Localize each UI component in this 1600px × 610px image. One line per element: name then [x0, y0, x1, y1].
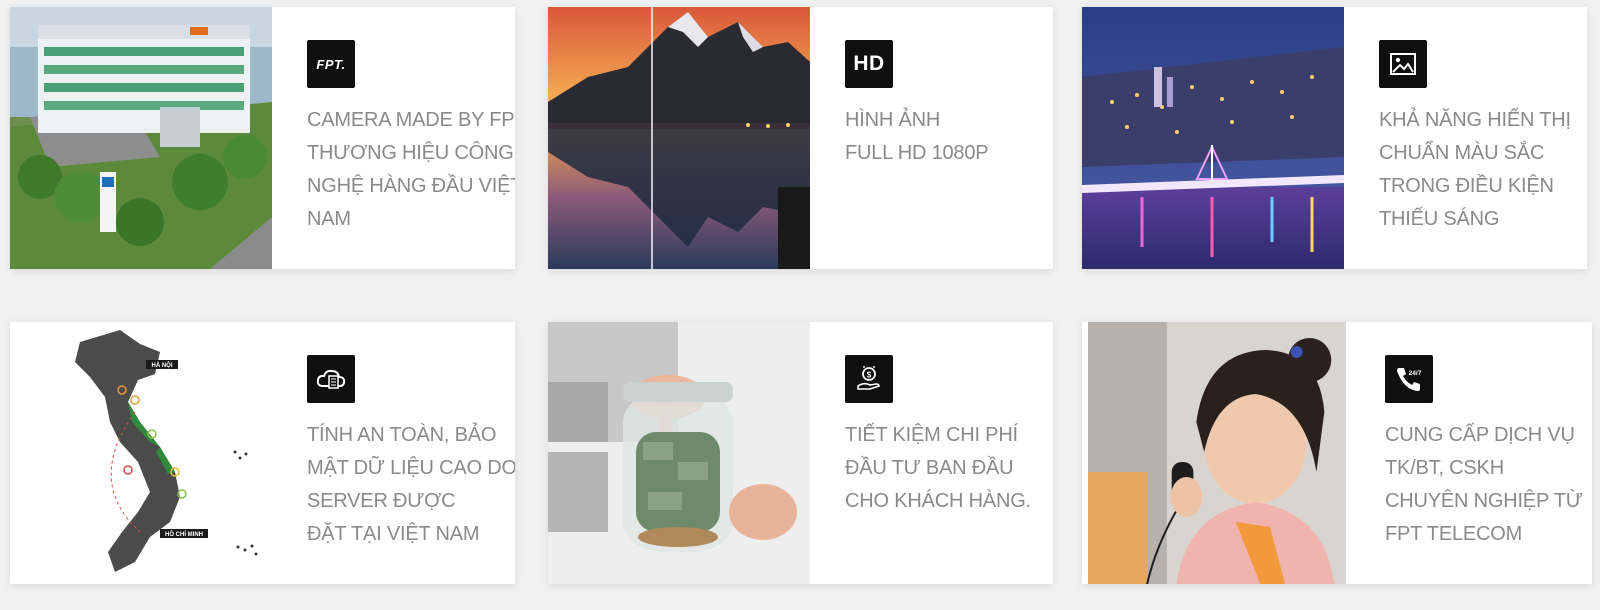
feature-card-fpt-brand: FPT. CAMERA MADE BY FPT, THƯƠNG HIỆU CÔN…	[10, 7, 515, 269]
vietnam-map-photo: HÀ NỘI HỒ CHÍ MINH	[10, 322, 272, 584]
feature-line: TK/BT, CSKH	[1385, 457, 1504, 479]
feature-card-data-security: HÀ NỘI HỒ CHÍ MINH TÍNH AN TOÀN, BẢO MẬT…	[10, 322, 515, 584]
feature-line: CHUYÊN NGHIỆP TỪ	[1385, 490, 1583, 512]
call-center-woman-photo	[1088, 322, 1346, 584]
feature-description: TÍNH AN TOÀN, BẢO MẬT DỮ LIỆU CAO DO SER…	[307, 419, 515, 551]
feature-description: CAMERA MADE BY FPT, THƯƠNG HIỆU CÔNG NGH…	[307, 104, 515, 236]
mountain-lake-photo	[548, 7, 810, 269]
feature-description: HÌNH ẢNH FULL HD 1080P	[845, 104, 1039, 170]
feature-line: THIẾU SÁNG	[1379, 208, 1500, 230]
svg-text:$: $	[867, 371, 872, 380]
feature-card-low-light: KHẢ NĂNG HIỂN THỊ CHUẨN MÀU SẮC TRONG ĐI…	[1082, 7, 1587, 269]
feature-description: KHẢ NĂNG HIỂN THỊ CHUẨN MÀU SẮC TRONG ĐI…	[1379, 104, 1573, 236]
feature-line: CUNG CẤP DỊCH VỤ	[1385, 424, 1575, 446]
map-label-hanoi: HÀ NỘI	[152, 361, 173, 369]
feature-description: TIẾT KIỆM CHI PHÍ ĐẦU TƯ BAN ĐẦU CHO KHÁ…	[845, 419, 1039, 518]
feature-line: NGHỆ HÀNG ĐẦU VIỆT	[307, 175, 515, 197]
feature-line: TRONG ĐIỀU KIỆN	[1379, 175, 1554, 197]
money-jar-photo	[548, 322, 810, 584]
money-hand-icon: $	[845, 355, 893, 403]
feature-card-full-hd: HD HÌNH ẢNH FULL HD 1080P	[548, 7, 1053, 269]
night-city-bridge-photo	[1082, 7, 1344, 269]
fpt-logo-icon: FPT.	[307, 40, 355, 88]
feature-description: CUNG CẤP DỊCH VỤ TK/BT, CSKH CHUYÊN NGHI…	[1385, 419, 1583, 551]
fpt-logo-text: FPT.	[316, 56, 346, 72]
feature-line: HÌNH ẢNH	[845, 109, 941, 131]
feature-card-customer-support: 24/7 CUNG CẤP DỊCH VỤ TK/BT, CSKH CHUYÊN…	[1082, 322, 1592, 584]
feature-line: TÍNH AN TOÀN, BẢO	[307, 424, 497, 446]
feature-line: SERVER ĐƯỢC	[307, 490, 456, 512]
feature-line: TIẾT KIỆM CHI PHÍ	[845, 424, 1018, 446]
feature-line: CHO KHÁCH HÀNG.	[845, 490, 1031, 512]
feature-line: ĐẦU TƯ BAN ĐẦU	[845, 457, 1014, 479]
fpt-office-building-photo	[10, 7, 272, 269]
feature-line: FPT TELECOM	[1385, 523, 1523, 545]
hd-icon: HD	[845, 40, 893, 88]
phone-24-7-icon: 24/7	[1385, 355, 1433, 403]
hd-badge-text: HD	[853, 52, 885, 75]
feature-card-cost-saving: $ TIẾT KIỆM CHI PHÍ ĐẦU TƯ BAN ĐẦU CHO K…	[548, 322, 1053, 584]
feature-line: KHẢ NĂNG HIỂN THỊ	[1379, 109, 1571, 131]
image-icon	[1379, 40, 1427, 88]
map-label-hcm: HỒ CHÍ MINH	[165, 530, 203, 538]
feature-line: CHUẨN MÀU SẮC	[1379, 142, 1545, 164]
feature-line: NAM	[307, 208, 351, 230]
feature-line: ĐẶT TẠI VIỆT NAM	[307, 523, 480, 545]
feature-line: THƯƠNG HIỆU CÔNG	[307, 142, 514, 164]
cloud-server-icon	[307, 355, 355, 403]
feature-line: MẬT DỮ LIỆU CAO DO	[307, 457, 515, 479]
feature-line: FULL HD 1080P	[845, 142, 989, 164]
phone-badge-text: 24/7	[1409, 370, 1422, 377]
feature-line: CAMERA MADE BY FPT,	[307, 109, 515, 131]
